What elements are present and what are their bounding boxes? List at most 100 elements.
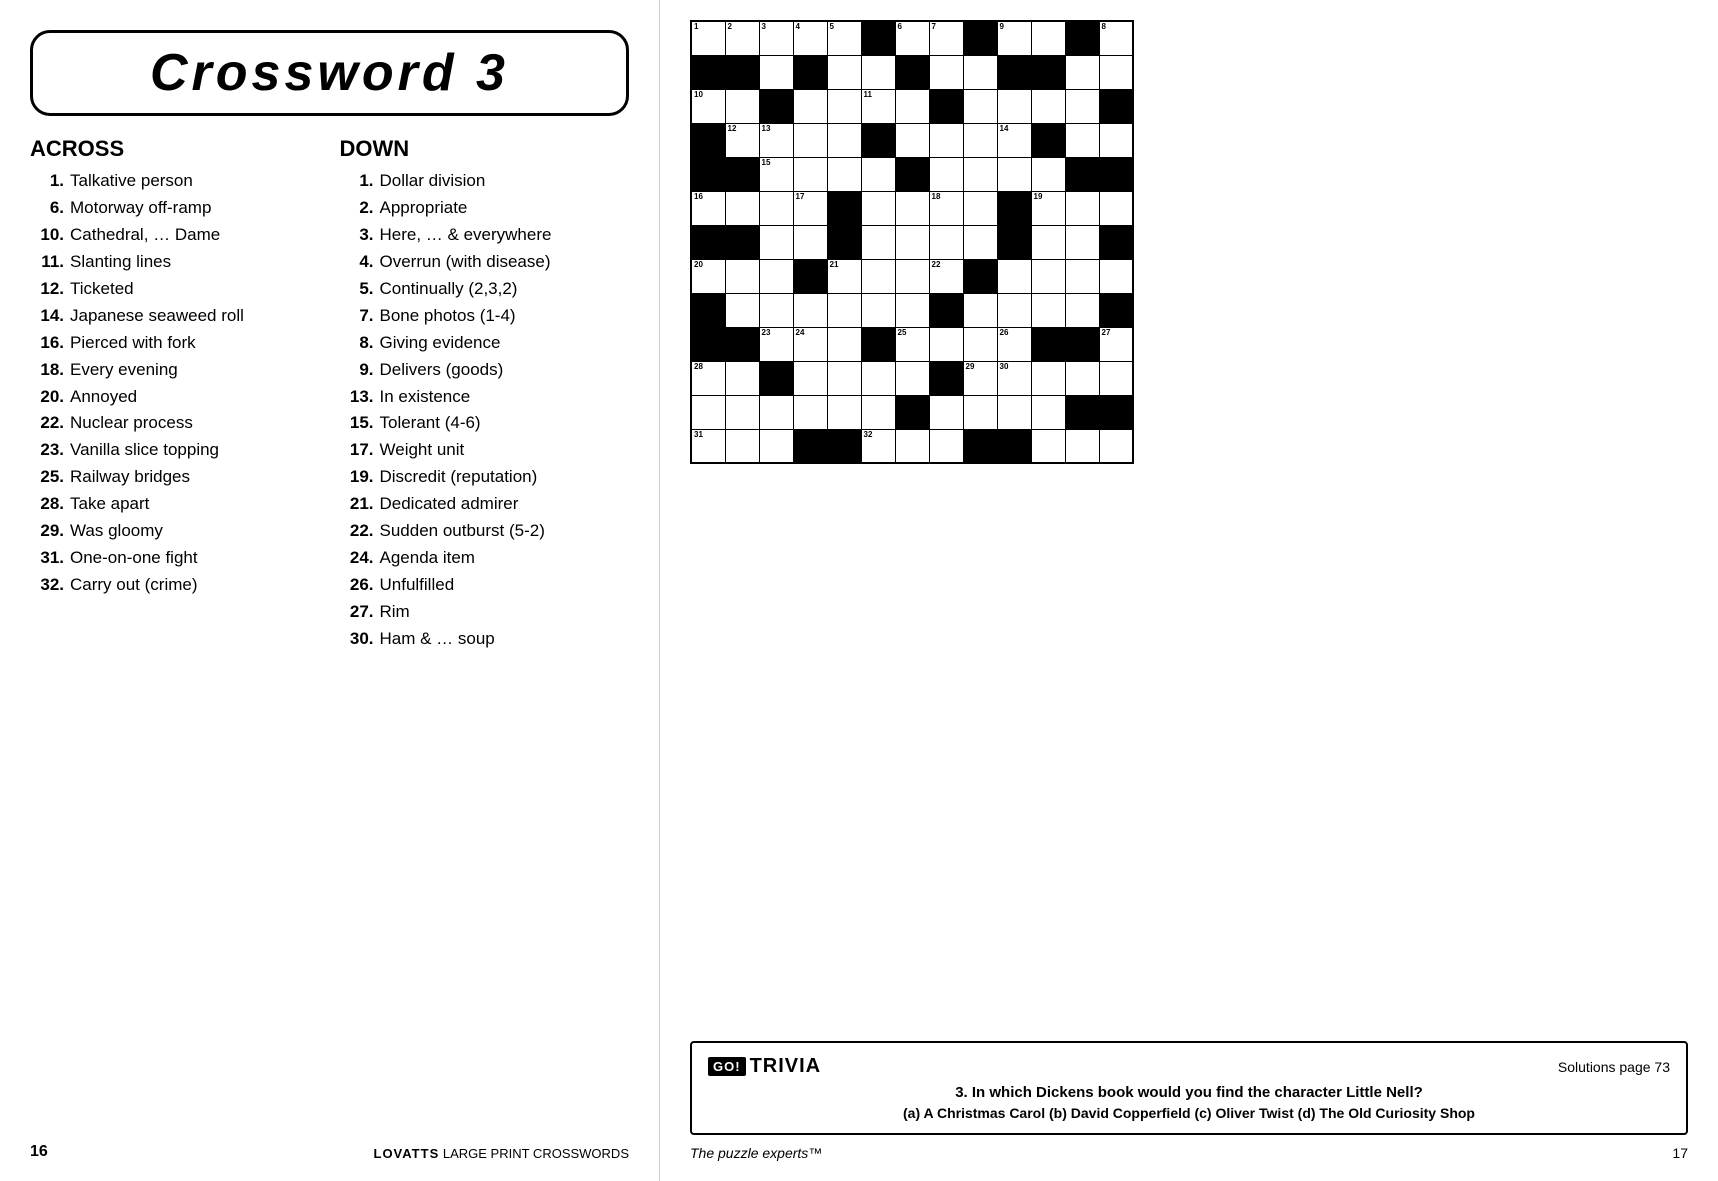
cell-number: 9 — [1000, 23, 1004, 31]
clue-text: One-on-one fight — [64, 547, 198, 570]
grid-cell — [1099, 361, 1133, 395]
cell-number: 25 — [898, 329, 907, 337]
grid-cell — [861, 293, 895, 327]
clue-text: Japanese seaweed roll — [64, 305, 244, 328]
clue-number: 21. — [340, 493, 374, 516]
across-clues-list: 1.Talkative person6.Motorway off-ramp10.… — [30, 170, 320, 597]
grid-cell: 15 — [759, 157, 793, 191]
grid-cell: 1 — [691, 21, 725, 55]
clue-text: Here, … & everywhere — [374, 224, 552, 247]
grid-cell — [861, 55, 895, 89]
crossword-title: Crossword 3 — [53, 43, 606, 103]
trivia-logo-text: TRIVIA — [750, 1055, 822, 1078]
clue-number: 32. — [30, 574, 64, 597]
clue-number: 1. — [30, 170, 64, 193]
grid-cell: 19 — [1031, 191, 1065, 225]
grid-cell — [963, 259, 997, 293]
grid-cell — [827, 361, 861, 395]
clue-number: 22. — [30, 412, 64, 435]
grid-cell — [725, 429, 759, 463]
grid-cell — [895, 293, 929, 327]
cell-number: 17 — [796, 193, 805, 201]
cell-number: 6 — [898, 23, 902, 31]
trivia-box: GO! TRIVIA Solutions page 73 3. In which… — [690, 1041, 1688, 1135]
clue-text: Sudden outburst (5-2) — [374, 520, 545, 543]
clue-number: 23. — [30, 439, 64, 462]
grid-cell — [691, 55, 725, 89]
clue-number: 1. — [340, 170, 374, 193]
cell-number: 11 — [864, 91, 872, 99]
cell-number: 23 — [762, 329, 771, 337]
grid-cell — [1031, 327, 1065, 361]
clue-text: Agenda item — [374, 547, 475, 570]
grid-cell: 21 — [827, 259, 861, 293]
grid-cell: 7 — [929, 21, 963, 55]
grid-cell: 26 — [997, 327, 1031, 361]
cell-number: 7 — [932, 23, 936, 31]
clue-number: 13. — [340, 386, 374, 409]
grid-cell — [997, 55, 1031, 89]
down-clue-item: 26.Unfulfilled — [340, 574, 630, 597]
grid-cell — [1099, 191, 1133, 225]
grid-cell — [1065, 21, 1099, 55]
clue-number: 11. — [30, 251, 64, 274]
clue-number: 8. — [340, 332, 374, 355]
clue-text: Pierced with fork — [64, 332, 196, 355]
grid-cell — [827, 395, 861, 429]
cell-number: 21 — [830, 261, 839, 269]
grid-cell — [725, 89, 759, 123]
grid-cell — [759, 225, 793, 259]
grid-cell — [827, 55, 861, 89]
grid-cell — [793, 429, 827, 463]
grid-cell: 6 — [895, 21, 929, 55]
grid-cell — [1099, 429, 1133, 463]
grid-cell — [963, 89, 997, 123]
clue-text: In existence — [374, 386, 471, 409]
grid-cell — [1065, 327, 1099, 361]
down-clue-item: 9.Delivers (goods) — [340, 359, 630, 382]
grid-cell — [895, 395, 929, 429]
grid-cell — [997, 225, 1031, 259]
clue-number: 30. — [340, 628, 374, 651]
cell-number: 3 — [762, 23, 766, 31]
across-clue-item: 20.Annoyed — [30, 386, 320, 409]
across-clue-item: 25.Railway bridges — [30, 466, 320, 489]
down-clue-item: 13.In existence — [340, 386, 630, 409]
grid-cell: 10 — [691, 89, 725, 123]
clue-text: Weight unit — [374, 439, 465, 462]
cell-number: 28 — [694, 363, 703, 371]
cell-number: 5 — [830, 23, 834, 31]
down-clue-item: 2.Appropriate — [340, 197, 630, 220]
grid-cell: 30 — [997, 361, 1031, 395]
grid-cell — [759, 361, 793, 395]
clue-text: Ham & … soup — [374, 628, 495, 651]
grid-cell — [691, 123, 725, 157]
clue-number: 16. — [30, 332, 64, 355]
grid-cell — [793, 123, 827, 157]
grid-cell — [929, 55, 963, 89]
grid-cell — [929, 395, 963, 429]
clue-text: Railway bridges — [64, 466, 190, 489]
grid-cell: 12 — [725, 123, 759, 157]
right-footer: The puzzle experts™ 17 — [690, 1145, 1688, 1161]
down-clue-item: 4.Overrun (with disease) — [340, 251, 630, 274]
grid-cell — [861, 259, 895, 293]
grid-cell — [963, 55, 997, 89]
grid-cell — [861, 327, 895, 361]
grid-cell — [759, 259, 793, 293]
clue-number: 29. — [30, 520, 64, 543]
grid-cell — [997, 395, 1031, 429]
clue-text: Unfulfilled — [374, 574, 455, 597]
grid-cell — [793, 395, 827, 429]
grid-cell — [963, 191, 997, 225]
trivia-options: (a) A Christmas Carol (b) David Copperfi… — [708, 1105, 1670, 1121]
clue-text: Vanilla slice topping — [64, 439, 219, 462]
grid-cell — [691, 327, 725, 361]
title-box: Crossword 3 — [30, 30, 629, 116]
down-clue-item: 5.Continually (2,3,2) — [340, 278, 630, 301]
grid-cell — [1031, 21, 1065, 55]
footer-center: LOVATTS LARGE PRINT CROSSWORDS — [374, 1146, 630, 1161]
trivia-question: 3. In which Dickens book would you find … — [708, 1084, 1670, 1101]
clue-number: 24. — [340, 547, 374, 570]
cell-number: 8 — [1102, 23, 1106, 31]
